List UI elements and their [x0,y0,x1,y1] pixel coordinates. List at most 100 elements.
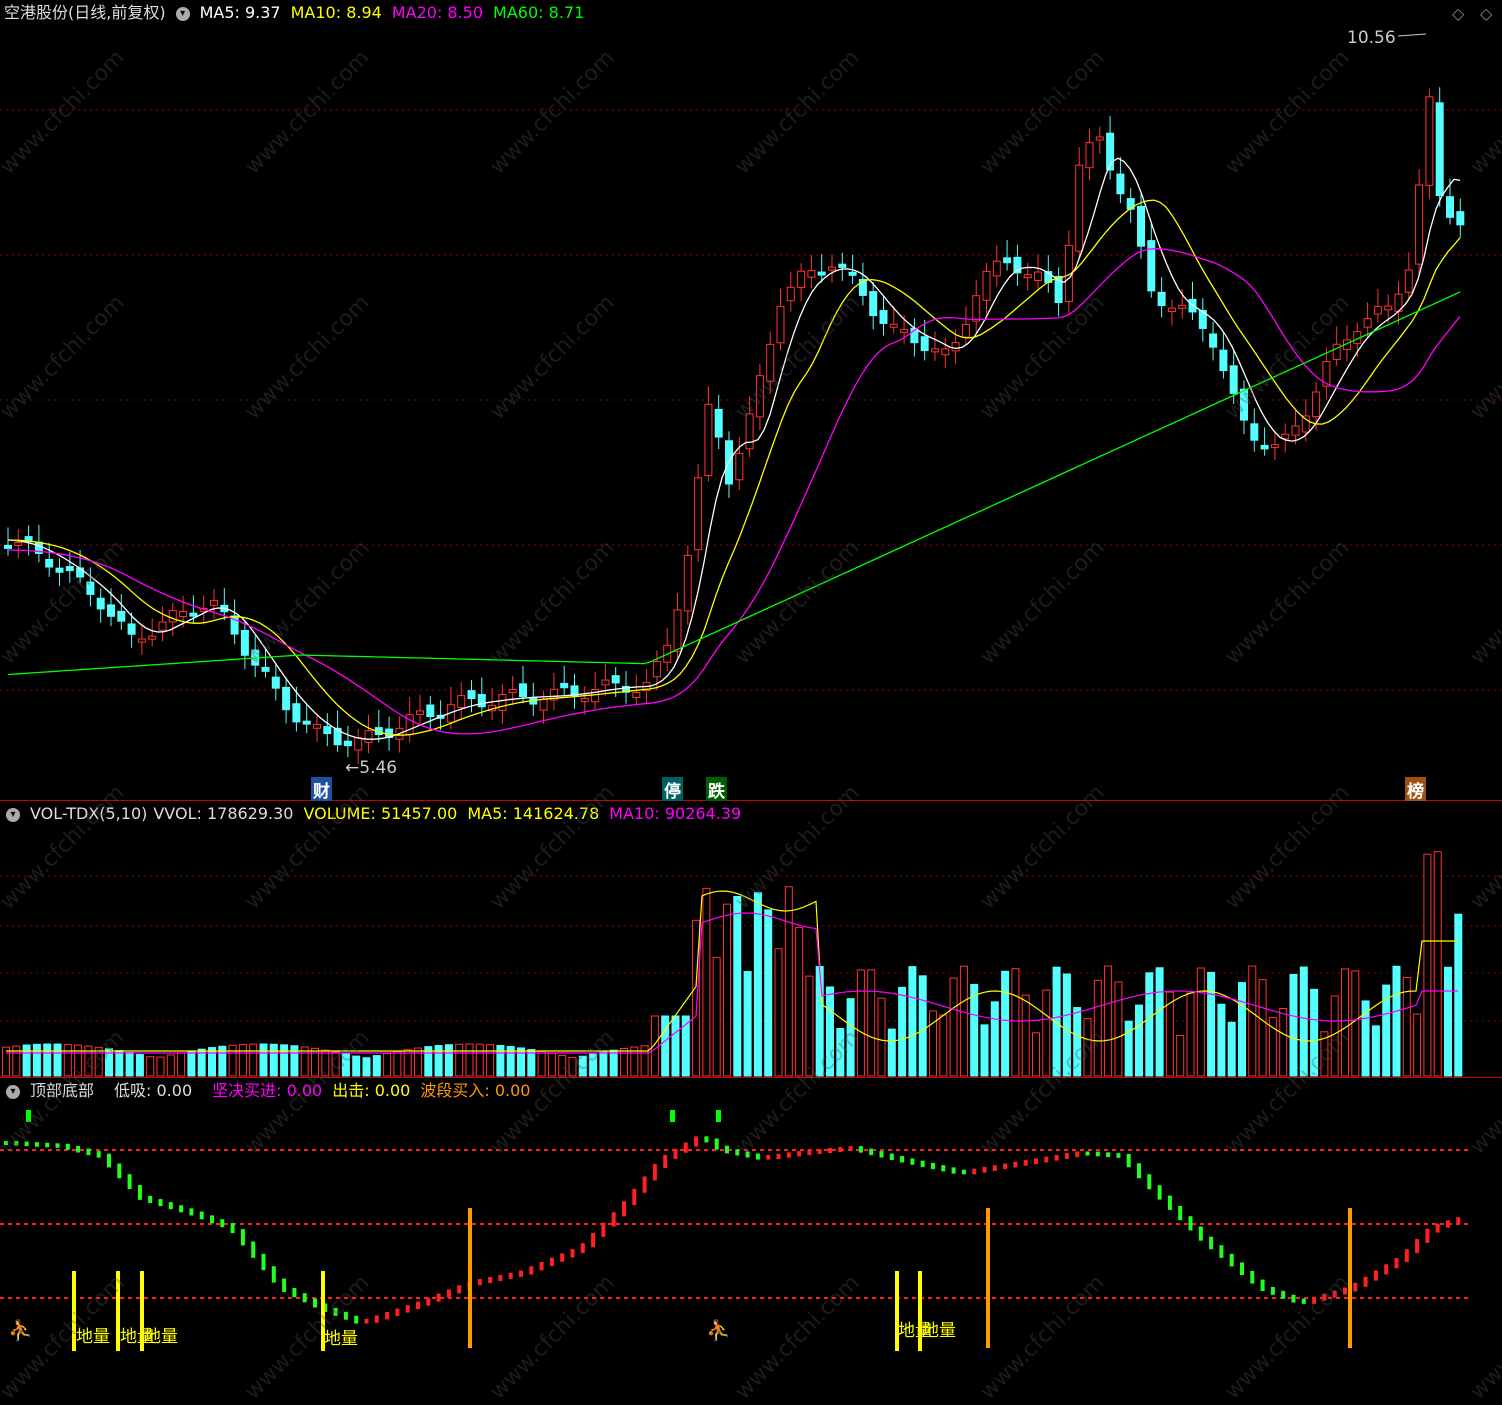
volume-bar [846,998,855,1077]
candle-down [1240,388,1248,421]
volume-bar [980,1024,989,1077]
marker-die[interactable]: 跌 [706,777,727,802]
signal-bar [986,1208,990,1348]
candle-up [457,695,466,708]
marker-ting[interactable]: 停 [662,777,683,802]
candle-up [807,270,816,278]
candle-down [240,629,249,656]
signal-label: 地量 [76,1327,110,1347]
candle-down [261,666,270,672]
indicator-bar [941,1165,946,1172]
candle-up [1075,164,1084,252]
indicator-bar [1137,1163,1141,1179]
indicator-bar [766,1154,771,1160]
indicator-bar [889,1153,894,1161]
indicator-bar [1404,1249,1409,1263]
indicator-bar [1435,1223,1440,1233]
indicator-pane[interactable]: ▾ 顶部底部 低吸: 0.00 坚决买进: 0.00 出击: 0.00 波段买入: 0.0… [0,1078,1502,1353]
indicator-bar [858,1146,863,1153]
indicator-bar [158,1199,163,1207]
indicator-bar [446,1289,451,1298]
volume-bar [558,1054,567,1077]
indicator-bar [1219,1245,1224,1258]
candle-up [1415,184,1424,265]
indicator-bar [1301,1298,1306,1304]
volume-bar [1207,971,1216,1077]
marker-cai[interactable]: 财 [311,777,332,802]
volume-bar [1258,979,1267,1077]
candle-up [1425,96,1434,186]
volume-bar [856,969,865,1077]
ma20-line [7,248,1461,735]
candle-down [45,558,54,568]
candle-up [405,714,414,735]
volume-bar [166,1054,175,1077]
candle-up [828,266,836,271]
indicator-bar [900,1156,905,1163]
indicator-bar [1270,1286,1275,1295]
indicator-bar [1394,1258,1399,1269]
settings-toggle-icon[interactable]: ▾ [6,1084,20,1099]
candle-down [560,682,569,689]
volume-bar [815,966,824,1077]
volume-bar [609,1049,618,1077]
volume-bar [908,966,917,1077]
volume-header: ▾ VOL-TDX(5,10) VVOL: 178629.30 VOLUME: 514… [0,801,751,827]
volume-bar [496,1044,505,1077]
candle-up [1085,142,1094,169]
volume-bar [177,1052,186,1077]
indicator-bar [426,1297,431,1306]
candlestick-pane[interactable]: 空港股份(日线,前复权) ▾ MA5: 9.37 MA10: 8.94 MA20: 8.… [0,0,1502,802]
volume-bar [836,1028,845,1077]
candle-up [14,541,23,546]
volume-bar [1413,1013,1422,1077]
volume-bar [1289,973,1298,1077]
candle-down [1219,349,1228,372]
candle-up [1291,425,1300,436]
indicator-bar [508,1272,513,1279]
volume-bar [517,1047,525,1077]
volume-pane[interactable]: ▾ VOL-TDX(5,10) VVOL: 178629.30 VOLUME: 514… [0,801,1502,1078]
volume-bar [259,1043,268,1077]
indicator-bar [189,1208,194,1216]
marker-bang[interactable]: 榜 [1405,777,1426,802]
indicator-bar [457,1285,462,1294]
volume-bar [1227,1021,1236,1077]
indicator-bar [1456,1217,1461,1225]
indicator-bar [982,1166,987,1173]
candle-up [168,610,177,623]
indicator-bar [220,1219,225,1228]
indicator-bar [1116,1153,1121,1158]
volume-bar [949,977,958,1077]
indicator-bar [519,1270,523,1277]
candle-up [982,270,991,301]
volume-bar [228,1044,237,1077]
indicator-bar [127,1174,132,1190]
candle-up [416,710,424,715]
indicator-bar [642,1176,647,1193]
volume-bar [743,971,752,1077]
indicator-bar [529,1266,534,1275]
signal-bar [1348,1208,1352,1348]
volume-bar [486,1044,495,1077]
indicator-bar [560,1253,565,1262]
indicator-bar [931,1162,935,1170]
volume-bar [805,975,814,1077]
volume-bar [795,927,804,1077]
volume-bar [1083,1018,1092,1077]
candle-up [1023,274,1032,279]
high-price-label: 10.56 [1347,28,1396,48]
candle-down [271,676,280,689]
candle-up [1270,444,1279,449]
volume-value: VOLUME: 51457.00 [303,804,458,823]
indicator-bar [1085,1151,1090,1156]
candle-down [1435,102,1444,196]
settings-toggle-icon[interactable]: ▾ [6,807,20,822]
candle-down [611,675,620,684]
candle-up [601,679,610,686]
indicator-bar [14,1141,19,1146]
indicator-bar [776,1153,781,1159]
indicator-bar [199,1211,204,1220]
indicator-bar [1250,1271,1255,1284]
indicator-bar [848,1146,853,1151]
